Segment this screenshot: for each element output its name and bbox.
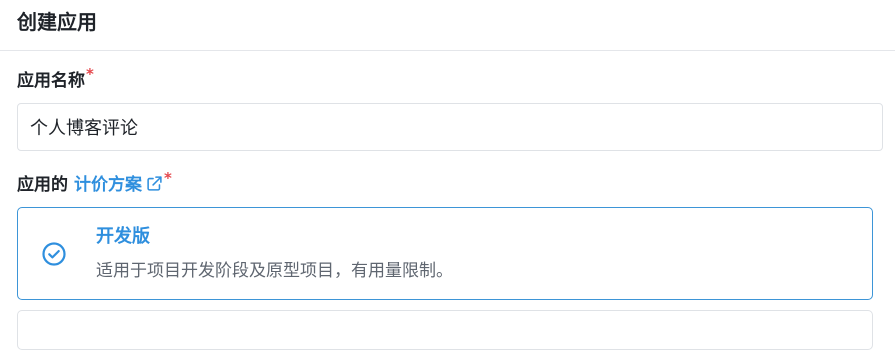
page-header: 创建应用 [0,0,895,51]
app-name-label-text: 应用名称 [17,71,85,91]
pricing-plan-label-prefix: 应用的 [17,175,68,195]
plan-option-next[interactable] [17,310,873,350]
check-circle-icon [42,242,66,266]
page-title: 创建应用 [17,10,97,34]
pricing-plan-link-label: 计价方案 [74,175,142,195]
plan-option-dev[interactable]: 开发版 适用于项目开发阶段及原型项目，有用量限制。 [17,207,873,300]
plan-description: 适用于项目开发阶段及原型项目，有用量限制。 [96,261,453,281]
app-name-label: 应用名称* [17,65,94,92]
external-link-icon [147,176,162,191]
app-name-input[interactable] [17,103,883,151]
pricing-plan-link[interactable]: 计价方案 [74,175,163,195]
required-mark: * [164,169,172,187]
plan-title: 开发版 [96,226,150,247]
pricing-plan-label: 应用的 计价方案 * [17,169,172,196]
required-mark: * [86,65,94,83]
